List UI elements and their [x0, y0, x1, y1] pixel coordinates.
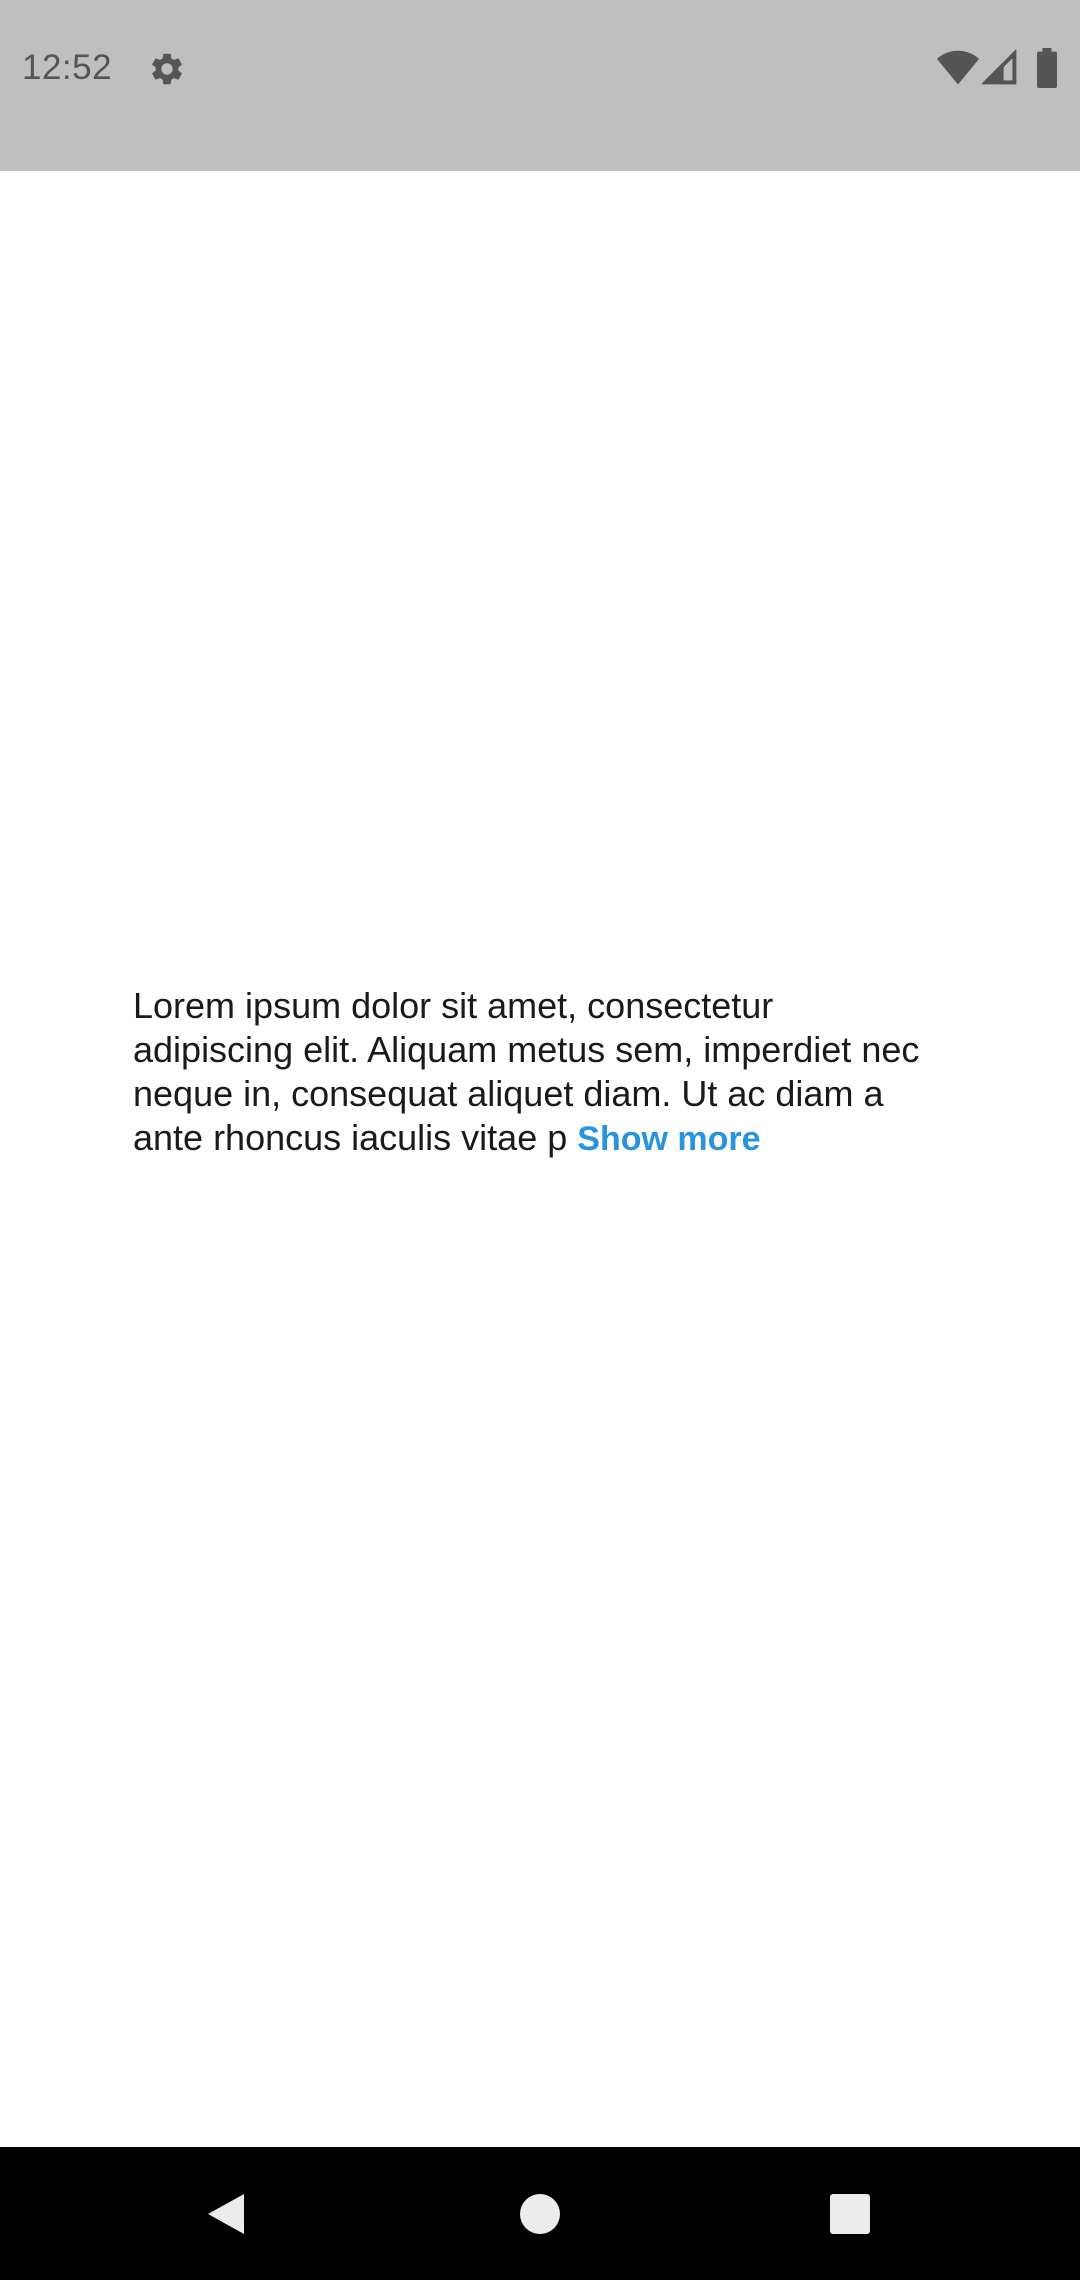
home-icon [520, 2193, 560, 2234]
gear-icon [152, 53, 182, 85]
back-button[interactable] [146, 2147, 306, 2280]
signal-icon [982, 48, 1017, 85]
status-time: 12:52 [22, 48, 113, 87]
back-icon [208, 2193, 244, 2234]
show-more-link[interactable]: Show more [577, 1120, 760, 1158]
status-bar: 12:52 [0, 0, 1080, 171]
navigation-bar [0, 2147, 1080, 2280]
paragraph-text: Lorem ipsum dolor sit amet, consectetur … [133, 985, 920, 1158]
home-button[interactable] [460, 2147, 620, 2280]
recents-button[interactable] [770, 2147, 930, 2280]
text-paragraph: Lorem ipsum dolor sit amet, consectetur … [133, 984, 933, 1161]
wifi-icon [936, 50, 980, 85]
recents-icon [830, 2193, 870, 2234]
battery-icon [1037, 48, 1057, 88]
